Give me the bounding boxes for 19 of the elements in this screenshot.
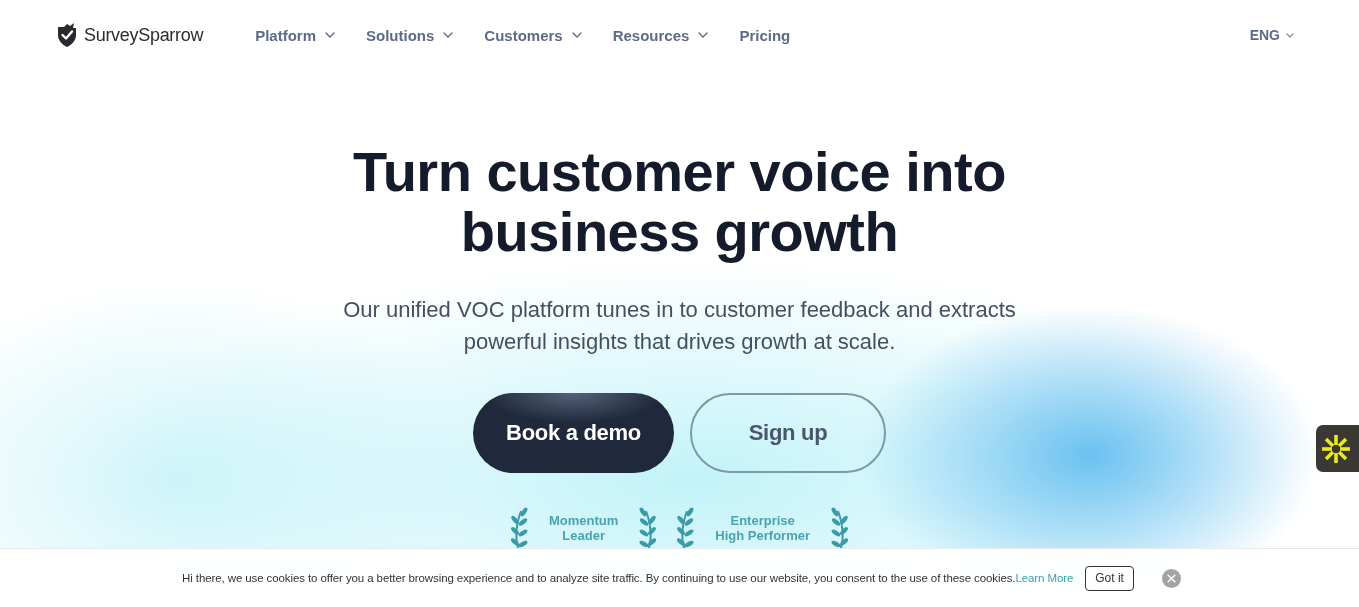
hero-subtitle: Our unified VOC platform tunes in to customer feedback and extracts powerful insights that drives growth at scale. (342, 296, 1017, 356)
signup-button[interactable]: Sign up (690, 393, 886, 473)
asterisk-icon (1321, 433, 1351, 464)
widget-button[interactable] (1316, 425, 1359, 472)
hero-headline: Turn customer voice into business growth (352, 142, 1007, 262)
nav-link[interactable]: Solutions (366, 26, 454, 44)
learn-more-link[interactable]: Learn More (1015, 572, 1074, 584)
award-title: Momentum Leader (549, 513, 619, 543)
award-title: Enterprise High Performer (715, 513, 810, 543)
got-it-button[interactable]: Got it (1085, 565, 1134, 591)
nav-link[interactable]: Customers (484, 26, 582, 44)
nav-link[interactable]: Platform (255, 26, 335, 44)
language-selector[interactable]: ENG (1249, 27, 1294, 43)
cookie-message: Hi there, we use cookies to offer you a better browsing experience and to analyze site traffic. By continuing to use our website, you consent to the use of these cookies.Learn More (182, 572, 1074, 584)
nav-link[interactable]: Resources (612, 26, 709, 44)
nav-link[interactable]: Pricing (739, 26, 791, 44)
logo-icon (56, 22, 78, 48)
logo-link[interactable]: SurveySparrow (56, 22, 204, 48)
demo-button[interactable]: Book a demo (473, 393, 674, 473)
